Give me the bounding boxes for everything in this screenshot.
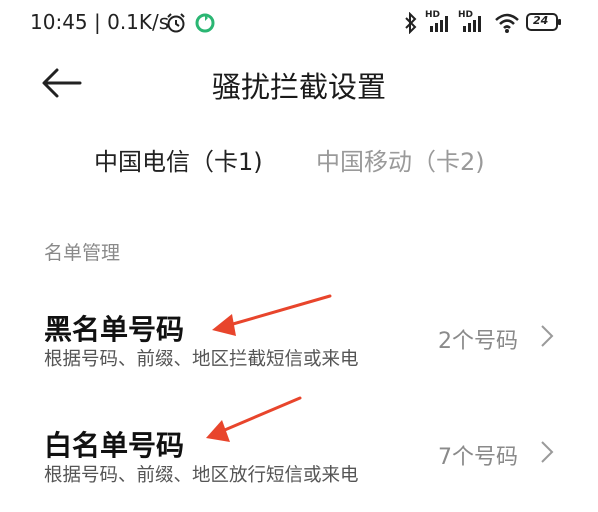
tab-sim-1[interactable]: 中国电信（卡1) bbox=[94, 142, 263, 177]
page-title: 骚扰拦截设置 bbox=[211, 70, 386, 104]
wifi-icon bbox=[495, 13, 519, 33]
section-header: 名单管理 bbox=[44, 242, 121, 264]
blacklist-count: 2个号码 bbox=[438, 329, 518, 354]
chevron-right-icon bbox=[541, 441, 554, 463]
alarm-icon bbox=[167, 13, 185, 33]
whitelist-row[interactable]: 白名单号码 根据号码、前缀、地区放行短信或来电 7个号码 bbox=[0, 412, 598, 512]
status-bar: 10:45 | 0.1K/s HD HD 24 bbox=[0, 0, 598, 46]
signal-icon bbox=[463, 16, 481, 32]
battery-level: 24 bbox=[533, 14, 549, 27]
blacklist-title: 黑名单号码 bbox=[44, 313, 185, 346]
tab-sim-2[interactable]: 中国移动（卡2) bbox=[316, 142, 485, 177]
signal-icon bbox=[430, 16, 448, 32]
blacklist-subtitle: 根据号码、前缀、地区拦截短信或来电 bbox=[44, 349, 359, 370]
sync-icon bbox=[195, 13, 215, 33]
blacklist-row[interactable]: 黑名单号码 根据号码、前缀、地区拦截短信或来电 2个号码 bbox=[0, 296, 598, 396]
whitelist-count: 7个号码 bbox=[438, 445, 518, 470]
status-time-speed: 10:45 | 0.1K/s bbox=[30, 10, 170, 34]
chevron-right-icon bbox=[541, 325, 554, 347]
whitelist-title: 白名单号码 bbox=[44, 429, 185, 462]
bluetooth-icon bbox=[405, 12, 417, 34]
whitelist-subtitle: 根据号码、前缀、地区放行短信或来电 bbox=[44, 465, 359, 486]
